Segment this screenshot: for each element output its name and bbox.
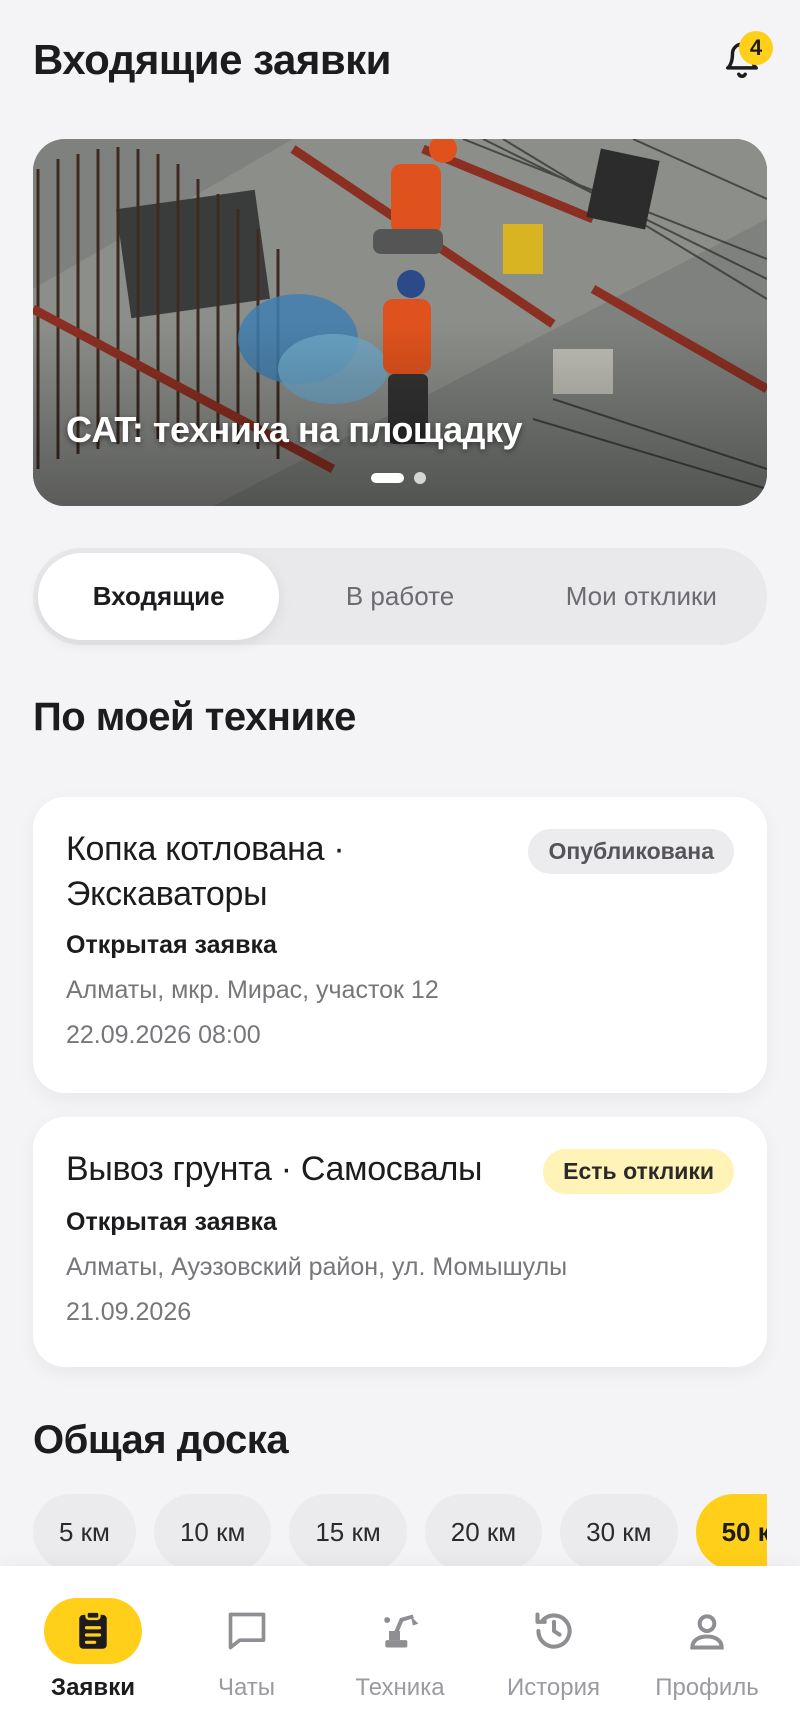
nav-item-profile[interactable]: Профиль bbox=[632, 1598, 782, 1731]
distance-chip[interactable]: 5 км bbox=[33, 1494, 136, 1570]
bottom-navigation: Заявки Чаты Техника История Профиль bbox=[0, 1566, 800, 1731]
request-card[interactable]: Копка котлована · Экскаваторы Опубликова… bbox=[33, 797, 767, 1093]
status-badge: Опубликована bbox=[528, 829, 734, 874]
clipboard-icon bbox=[44, 1598, 142, 1664]
distance-chip[interactable]: 20 км bbox=[424, 1494, 543, 1570]
nav-label: Профиль bbox=[655, 1674, 759, 1701]
request-type: Открытая заявка bbox=[66, 1208, 277, 1236]
request-title: Копка котлована · Экскаваторы bbox=[66, 830, 345, 913]
request-card[interactable]: Вывоз грунта · Самосвалы Есть отклики От… bbox=[33, 1117, 767, 1367]
request-address: Алматы, Ауэзовский район, ул. Момышулы bbox=[66, 1253, 568, 1281]
distance-filter: 5 км 10 км 15 км 20 км 30 км 50 км bbox=[33, 1494, 767, 1570]
promo-banner[interactable]: CAT: техника на площадку bbox=[33, 139, 767, 506]
request-title: Вывоз грунта · Самосвалы bbox=[66, 1150, 483, 1188]
nav-label: Техника bbox=[355, 1674, 445, 1701]
distance-chip[interactable]: 10 км bbox=[153, 1494, 272, 1570]
nav-item-equipment[interactable]: Техника bbox=[325, 1598, 475, 1731]
notifications-button[interactable]: 4 bbox=[717, 31, 773, 85]
carousel-indicator bbox=[371, 472, 426, 484]
section-title-board: Общая доска bbox=[33, 1418, 289, 1462]
header: Входящие заявки 4 bbox=[33, 30, 773, 90]
profile-icon bbox=[658, 1598, 756, 1664]
tab-in-progress[interactable]: В работе bbox=[279, 553, 520, 640]
page-title: Входящие заявки bbox=[33, 36, 392, 83]
nav-label: Заявки bbox=[51, 1674, 135, 1701]
request-address: Алматы, мкр. Мирас, участок 12 bbox=[66, 976, 439, 1004]
nav-label: Чаты bbox=[217, 1674, 276, 1701]
distance-chip-active[interactable]: 50 км bbox=[695, 1494, 767, 1570]
tab-incoming[interactable]: Входящие bbox=[38, 553, 280, 640]
request-tabs: Входящие В работе Мои отклики bbox=[33, 548, 767, 645]
chat-icon bbox=[198, 1598, 296, 1664]
carousel-dot[interactable] bbox=[414, 472, 426, 484]
banner-title: CAT: техника на площадку bbox=[66, 409, 523, 450]
history-icon bbox=[505, 1598, 603, 1664]
request-type: Открытая заявка bbox=[66, 931, 277, 959]
distance-chip[interactable]: 15 км bbox=[289, 1494, 407, 1570]
excavator-icon bbox=[351, 1598, 449, 1664]
notification-count-badge: 4 bbox=[739, 31, 773, 65]
request-date: 21.09.2026 bbox=[66, 1298, 192, 1326]
nav-label: История bbox=[506, 1674, 601, 1701]
distance-chip[interactable]: 30 км bbox=[560, 1494, 678, 1570]
section-title-my-equipment: По моей технике bbox=[33, 695, 356, 739]
nav-item-requests[interactable]: Заявки bbox=[18, 1598, 168, 1731]
tab-my-responses[interactable]: Мои отклики bbox=[521, 553, 762, 640]
status-badge: Есть отклики bbox=[543, 1149, 734, 1194]
nav-item-chats[interactable]: Чаты bbox=[172, 1598, 322, 1731]
request-date: 22.09.2026 08:00 bbox=[66, 1021, 261, 1049]
nav-item-history[interactable]: История bbox=[479, 1598, 629, 1731]
carousel-dot-active bbox=[371, 473, 404, 483]
